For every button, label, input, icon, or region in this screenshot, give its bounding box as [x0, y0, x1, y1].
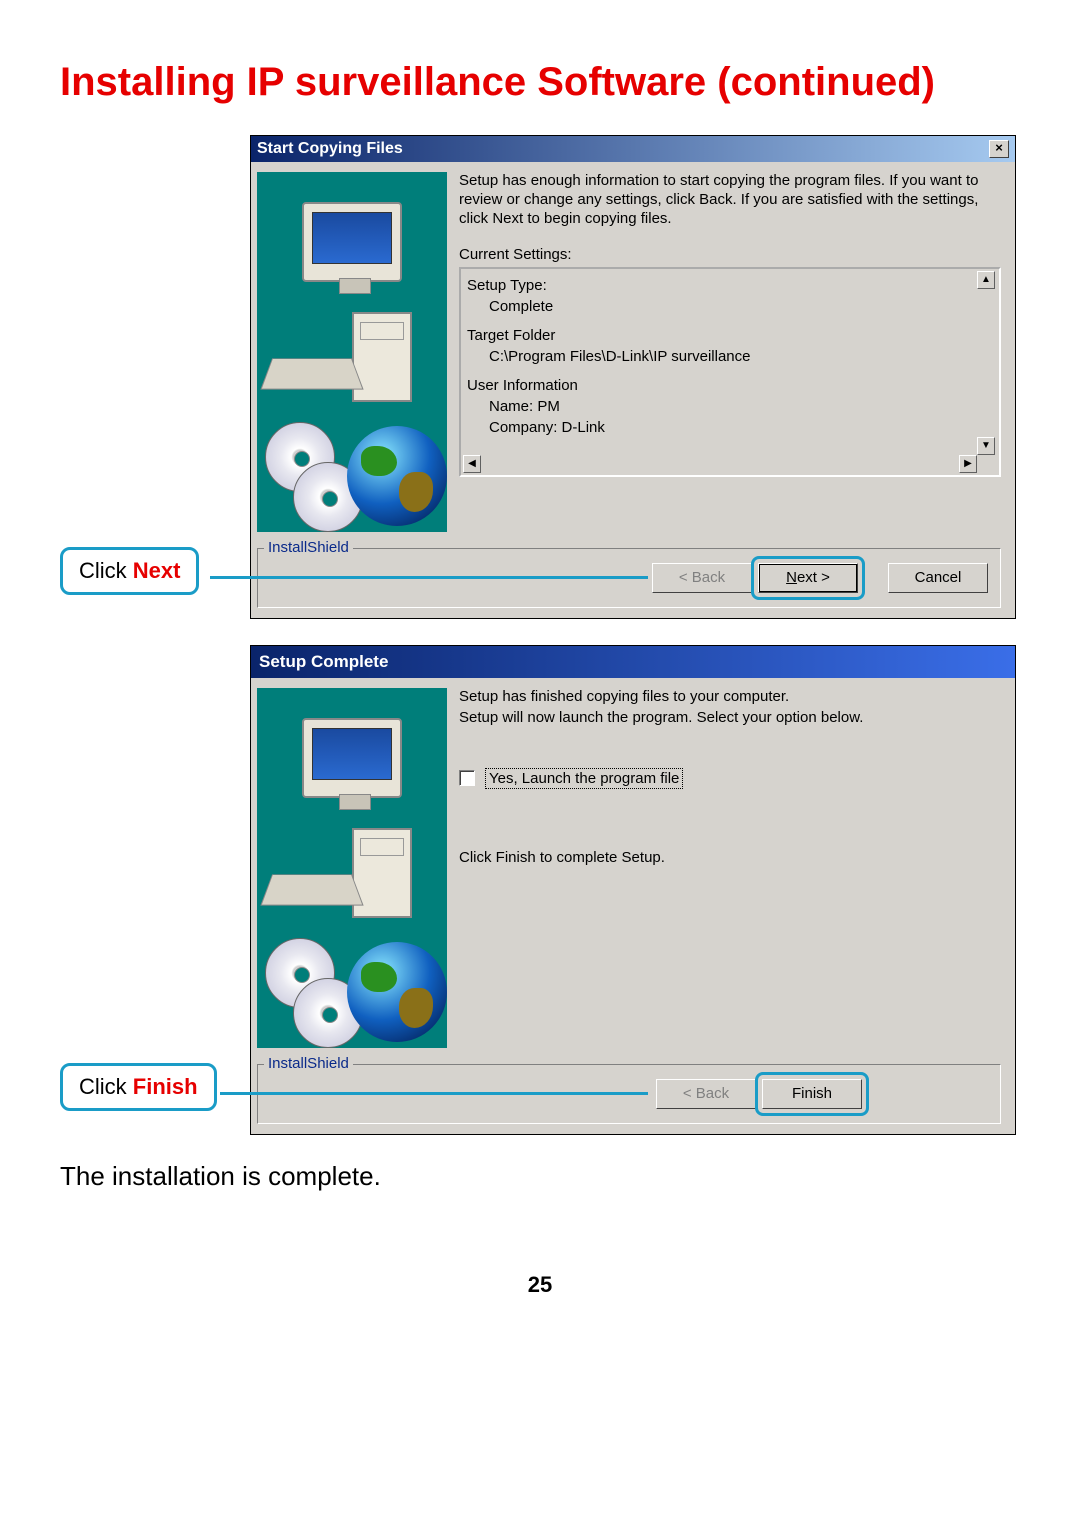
callout-finish-prefix: Click [79, 1074, 133, 1099]
scroll-up-icon[interactable]: ▲ [977, 271, 995, 289]
next-button[interactable]: Next > [758, 563, 858, 593]
finish-button[interactable]: Finish [762, 1079, 862, 1109]
row-start-copying: Click Next Start Copying Files × Setup h… [60, 135, 1020, 619]
target-folder-value: C:\Program Files\D-Link\IP surveillance [489, 346, 971, 367]
intro-line-1: Setup has finished copying files to your… [459, 688, 1001, 707]
intro-line-2: Setup will now launch the program. Selec… [459, 709, 1001, 728]
scroll-left-icon[interactable]: ◀ [463, 455, 481, 473]
setup-type-value: Complete [489, 296, 971, 317]
settings-inner: Setup Type: Complete Target Folder C:\Pr… [467, 275, 993, 469]
finish-label: Finish [792, 1085, 832, 1102]
installer-graphic [257, 688, 447, 1048]
title-text: Setup Complete [259, 652, 388, 672]
launch-checkbox-label: Yes, Launch the program file [485, 768, 683, 789]
scrollbar-horizontal[interactable]: ◀ ▶ [463, 455, 977, 473]
callout-finish: Click Finish [60, 1063, 217, 1111]
callout-line-next [210, 576, 648, 579]
finish-hint: Click Finish to complete Setup. [459, 849, 1001, 866]
intro-text: Setup has enough information to start co… [459, 172, 1001, 228]
settings-label: Current Settings: [459, 246, 1001, 263]
footer-text: The installation is complete. [60, 1161, 1020, 1192]
dialog1-content: Setup has enough information to start co… [459, 172, 1001, 532]
installshield-legend: InstallShield [264, 539, 353, 556]
target-folder-label: Target Folder [467, 325, 971, 346]
dialog2-body: Setup has finished copying files to your… [251, 678, 1015, 1054]
callout-next: Click Next [60, 547, 199, 595]
titlebar-start-copying: Start Copying Files × [251, 136, 1015, 162]
scroll-down-icon[interactable]: ▼ [977, 437, 995, 455]
setup-type-label: Setup Type: [467, 275, 971, 296]
user-info-label: User Information [467, 375, 971, 396]
back-button[interactable]: < Back [656, 1079, 756, 1109]
globe-icon [347, 942, 447, 1042]
next-underline: N [786, 569, 797, 586]
back-button[interactable]: < Back [652, 563, 752, 593]
user-name: Name: PM [489, 396, 971, 417]
scroll-right-icon[interactable]: ▶ [959, 455, 977, 473]
page-title: Installing IP surveillance Software (con… [60, 60, 1020, 105]
globe-icon [347, 426, 447, 526]
monitor-icon [302, 202, 402, 282]
user-company: Company: D-Link [489, 417, 971, 438]
keyboard-icon [260, 874, 363, 905]
cancel-button[interactable]: Cancel [888, 563, 988, 593]
scrollbar-vertical[interactable]: ▲ ▼ [977, 271, 997, 455]
monitor-icon [302, 718, 402, 798]
callout-next-action: Next [133, 558, 181, 583]
page-number: 25 [60, 1272, 1020, 1298]
titlebar-setup-complete: Setup Complete [251, 646, 1015, 678]
installshield-legend: InstallShield [264, 1055, 353, 1072]
next-rest: ext > [797, 569, 830, 586]
row-setup-complete: Click Finish Setup Complete Setup has fi… [60, 645, 1020, 1135]
launch-checkbox-row: Yes, Launch the program file [459, 768, 1001, 789]
installer-graphic [257, 172, 447, 532]
title-text: Start Copying Files [257, 140, 403, 158]
dialog2-content: Setup has finished copying files to your… [459, 688, 1001, 1048]
dialog1-body: Setup has enough information to start co… [251, 162, 1015, 538]
dialog-setup-complete: Setup Complete Setup has finished copyin… [250, 645, 1016, 1135]
callout-col-finish: Click Finish [60, 645, 250, 1135]
keyboard-icon [260, 358, 363, 389]
launch-checkbox[interactable] [459, 770, 475, 786]
callout-finish-action: Finish [133, 1074, 198, 1099]
current-settings-box: Setup Type: Complete Target Folder C:\Pr… [459, 267, 1001, 477]
callout-col-next: Click Next [60, 135, 250, 619]
callout-line-finish [220, 1092, 648, 1095]
close-icon[interactable]: × [989, 140, 1009, 158]
dialog-start-copying: Start Copying Files × Setup has enough i… [250, 135, 1016, 619]
callout-next-prefix: Click [79, 558, 133, 583]
